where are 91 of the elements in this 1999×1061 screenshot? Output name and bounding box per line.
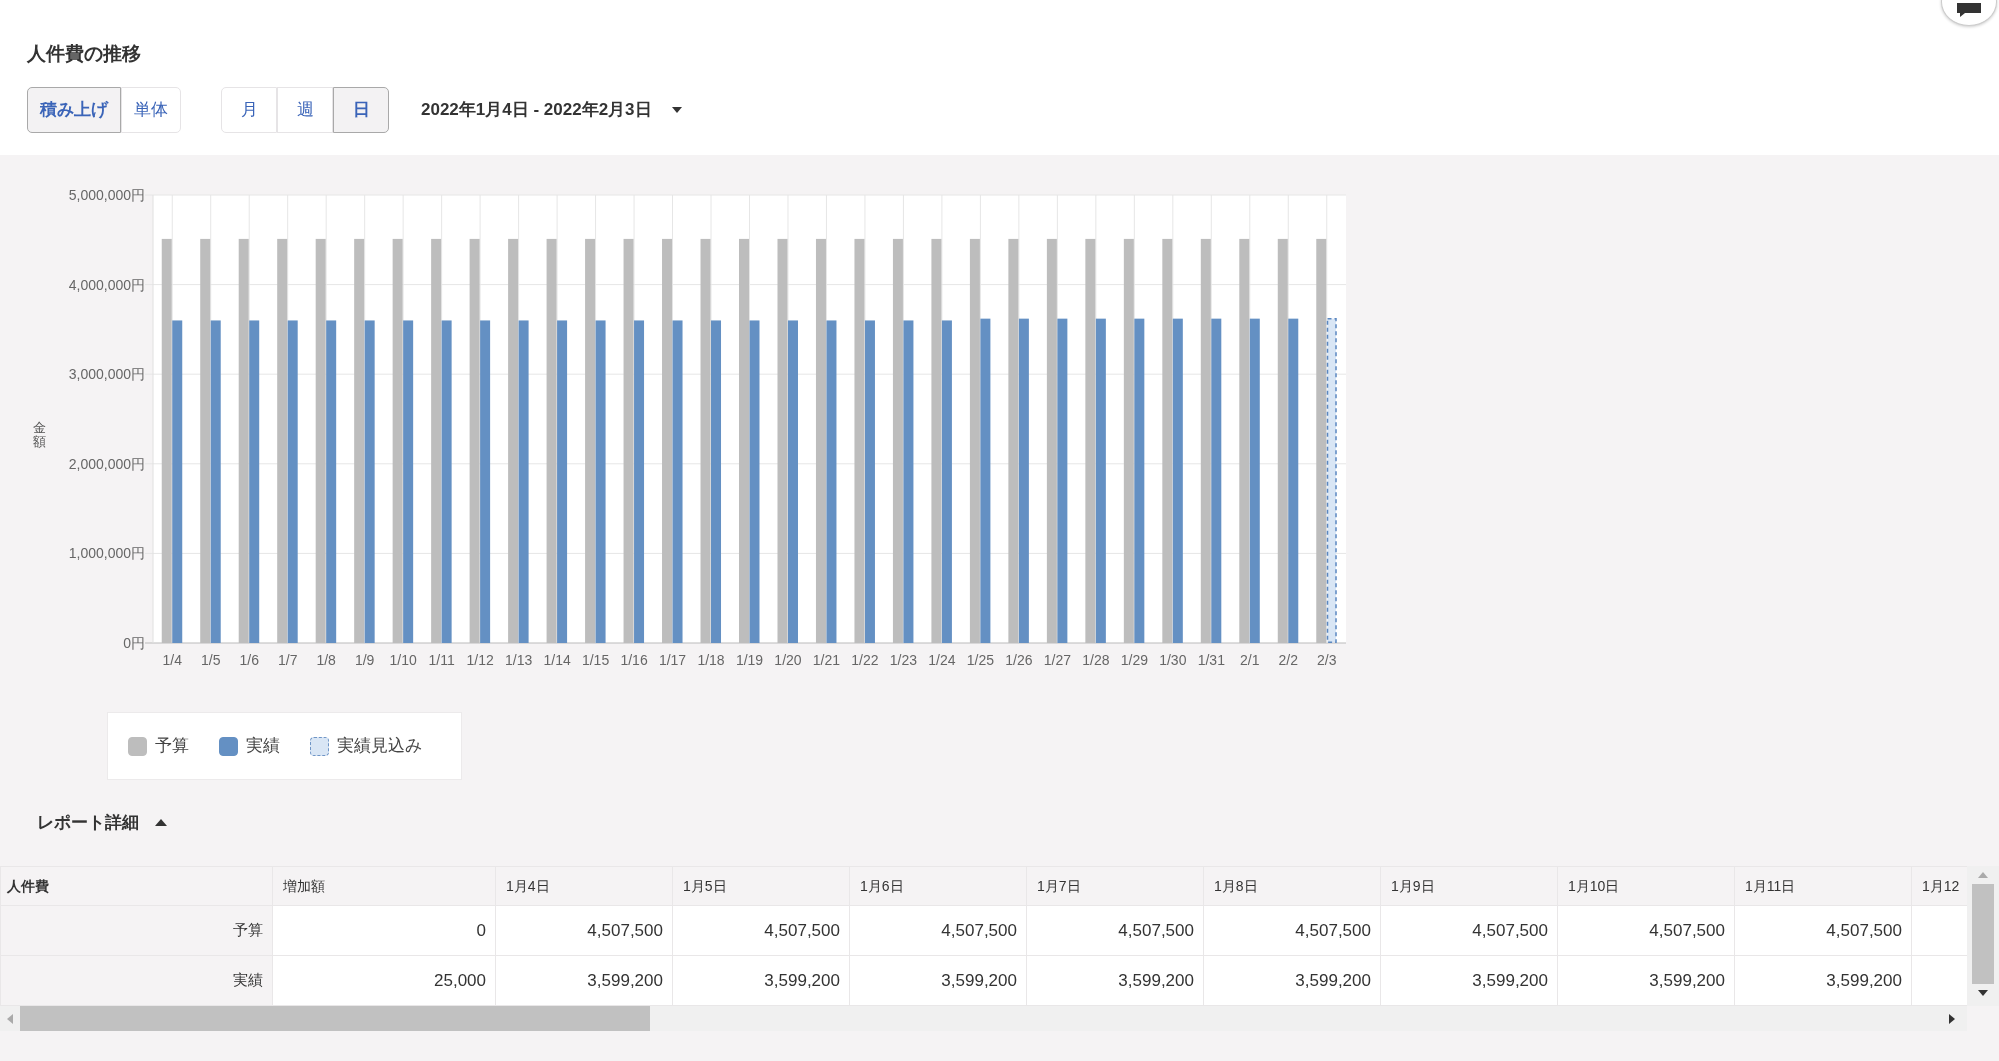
column-header: 1月7日 xyxy=(1026,866,1204,906)
tick-label: 1/30 xyxy=(1159,652,1187,668)
tick-label: 1/19 xyxy=(735,652,764,668)
table-cell: 4,507,500 xyxy=(1380,905,1558,956)
scroll-left-icon[interactable] xyxy=(7,1013,13,1024)
tick-label: 1/24 xyxy=(928,652,956,668)
table-cell: 3,599,200 xyxy=(672,955,850,1006)
date-range-dropdown[interactable]: 2022年1月4日 - 2022年2月3日 xyxy=(413,96,690,123)
scrollbar-thumb[interactable] xyxy=(1972,884,1994,984)
tick-label: 1/10 xyxy=(389,652,417,668)
scroll-right-icon[interactable] xyxy=(1949,1013,1955,1024)
row-label: 予算 xyxy=(0,905,273,956)
tick-label: 1/28 xyxy=(1082,652,1110,668)
section-title: レポート詳細 xyxy=(37,811,139,834)
tick-label: 1/13 xyxy=(504,652,533,668)
tick-label: 1,000,000円 xyxy=(68,545,145,562)
column-header: 1月11日 xyxy=(1734,866,1912,906)
column-header: 人件費 xyxy=(0,866,273,906)
toggle-button[interactable]: 積み上げ xyxy=(27,86,121,133)
table-cell: 4,507,500 xyxy=(1203,905,1381,956)
table-cell: 3,599,200 xyxy=(1026,955,1204,1006)
tick-label: 0円 xyxy=(123,635,145,651)
vertical-scrollbar[interactable] xyxy=(1967,866,1999,1006)
tick-label: 1/27 xyxy=(1043,652,1071,668)
tick-label: 1/23 xyxy=(889,652,918,668)
tick-label: 1/18 xyxy=(697,652,725,668)
tick-label: 1/15 xyxy=(581,652,610,668)
scrollbar-thumb[interactable] xyxy=(20,1006,650,1031)
axis-title: 金額 xyxy=(33,420,46,450)
tick-label: 1/7 xyxy=(277,652,298,668)
tick-label: 1/5 xyxy=(201,652,221,668)
tick-label: 1/25 xyxy=(966,652,995,668)
column-header: 1月12 xyxy=(1911,866,1967,906)
table-cell: 4,507,500 xyxy=(495,905,673,956)
column-header: 増加額 xyxy=(272,866,496,906)
legend-label: 予算 xyxy=(155,735,189,758)
table-cell: 3,599,200 xyxy=(1203,955,1381,1006)
tick-label: 1/4 xyxy=(162,652,182,668)
column-header: 1月10日 xyxy=(1557,866,1735,906)
table-cell: 3,599,200 xyxy=(849,955,1027,1006)
toggle-button[interactable]: 月 xyxy=(221,86,277,133)
legend-label: 実績見込み xyxy=(337,735,422,758)
tick-label: 1/9 xyxy=(354,652,375,668)
tick-label: 1/16 xyxy=(620,652,648,668)
scroll-up-icon[interactable] xyxy=(1978,872,1988,878)
tick-label: 2/1 xyxy=(1240,652,1260,668)
toggle-button[interactable]: 週 xyxy=(277,86,333,133)
caret-icon xyxy=(671,106,682,113)
table-cell: 25,000 xyxy=(272,955,496,1006)
tick-label: 2,000,000円 xyxy=(68,455,145,472)
toggle-button[interactable]: 日 xyxy=(333,86,389,133)
collapse-toggle-icon[interactable] xyxy=(155,819,167,826)
tick-label: 1/6 xyxy=(239,652,259,668)
table-cell: 4,507,500 xyxy=(672,905,850,956)
column-header: 1月8日 xyxy=(1203,866,1381,906)
tick-label: 2/2 xyxy=(1278,652,1298,668)
table-cell: 4,507,500 xyxy=(1734,905,1912,956)
tick-label: 1/11 xyxy=(428,652,455,668)
table-cell: 4,507,500 xyxy=(1557,905,1735,956)
table-cell: 3,599,200 xyxy=(1734,955,1912,1006)
legend-label: 実績 xyxy=(246,735,280,758)
tick-label: 1/17 xyxy=(658,652,687,668)
table-cell: 3,599,200 xyxy=(1557,955,1735,1006)
horizontal-scrollbar[interactable] xyxy=(0,1006,1967,1031)
column-header: 1月4日 xyxy=(495,866,673,906)
tick-label: 1/12 xyxy=(466,652,494,668)
tick-label: 1/20 xyxy=(774,652,802,668)
table-cell: 0 xyxy=(272,905,496,956)
tick-label: 3,000,000円 xyxy=(68,366,145,383)
tick-label: 4,000,000円 xyxy=(68,276,145,293)
table-cell: 4,507,500 xyxy=(849,905,1027,956)
tick-label: 1/21 xyxy=(812,652,841,668)
table-cell: 3,599,200 xyxy=(1380,955,1558,1006)
section-title: 人件費の推移 xyxy=(27,42,142,66)
toggle-button[interactable]: 単体 xyxy=(121,86,181,133)
tick-label: 1/31 xyxy=(1197,652,1225,668)
column-header: 1月9日 xyxy=(1380,866,1558,906)
tick-label: 5,000,000円 xyxy=(68,187,145,203)
tick-label: 1/29 xyxy=(1120,652,1148,668)
tick-label: 1/8 xyxy=(316,652,336,668)
column-header: 1月5日 xyxy=(672,866,850,906)
table-cell: 4,507,500 xyxy=(1026,905,1204,956)
chat-icon xyxy=(1957,3,1981,17)
tick-label: 1/22 xyxy=(851,652,879,668)
tick-label: 2/3 xyxy=(1317,652,1337,668)
scroll-down-icon[interactable] xyxy=(1978,990,1988,996)
table-cell: 3,599,200 xyxy=(495,955,673,1006)
tick-label: 1/14 xyxy=(543,652,571,668)
column-header: 1月6日 xyxy=(849,866,1027,906)
tick-label: 1/26 xyxy=(1005,652,1033,668)
row-label: 実績 xyxy=(0,955,273,1006)
